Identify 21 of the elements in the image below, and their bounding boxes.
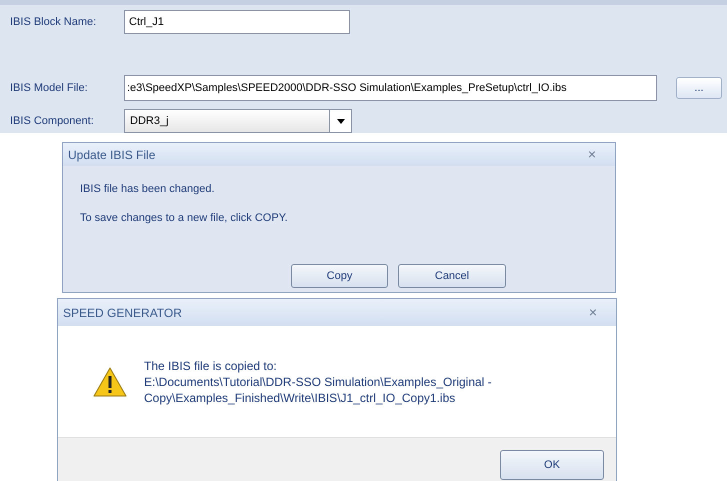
dialog-message: IBIS file has been changed.	[80, 182, 216, 197]
field-label: IBIS Component:	[10, 114, 95, 129]
caret-icon	[336, 118, 344, 124]
browse-button[interactable]: ...	[676, 77, 722, 99]
dialog-message: Copy\Examples_Finished\Write\IBIS\J1_ctrl_IO_Copy1.ibs	[144, 390, 456, 406]
dialog-message: The IBIS file is copied to:	[144, 358, 278, 374]
dialog-button[interactable]: OK	[500, 450, 604, 480]
close-button[interactable]: ×	[588, 144, 596, 165]
field-label: IBIS Model File:	[10, 80, 89, 96]
dialog-message: E:\Documents\Tutorial\DDR-SSO Simulation\Examples_Original -	[144, 374, 492, 390]
warning-icon	[93, 366, 127, 396]
dialog-message: To save changes to a new file, click COPY.	[80, 210, 289, 226]
field-label: IBIS Block Name:	[10, 14, 98, 30]
input-field[interactable]: :e3\SpeedXP\Samples\SPEED2000\DDR-SSO Simulation\Examples_PreSetup\ctrl_IO.ibs	[124, 75, 657, 101]
dialog-title: SPEED GENERATOR	[63, 304, 182, 322]
close-button[interactable]: ×	[588, 302, 597, 323]
dialog-button[interactable]: Copy	[291, 264, 388, 288]
component-dropdown[interactable]: DDR3_j	[124, 109, 352, 133]
dialog-title: Update IBIS File	[68, 146, 156, 164]
input-field[interactable]: Ctrl_J1	[124, 10, 350, 34]
dialog-button[interactable]: Cancel	[398, 264, 506, 288]
